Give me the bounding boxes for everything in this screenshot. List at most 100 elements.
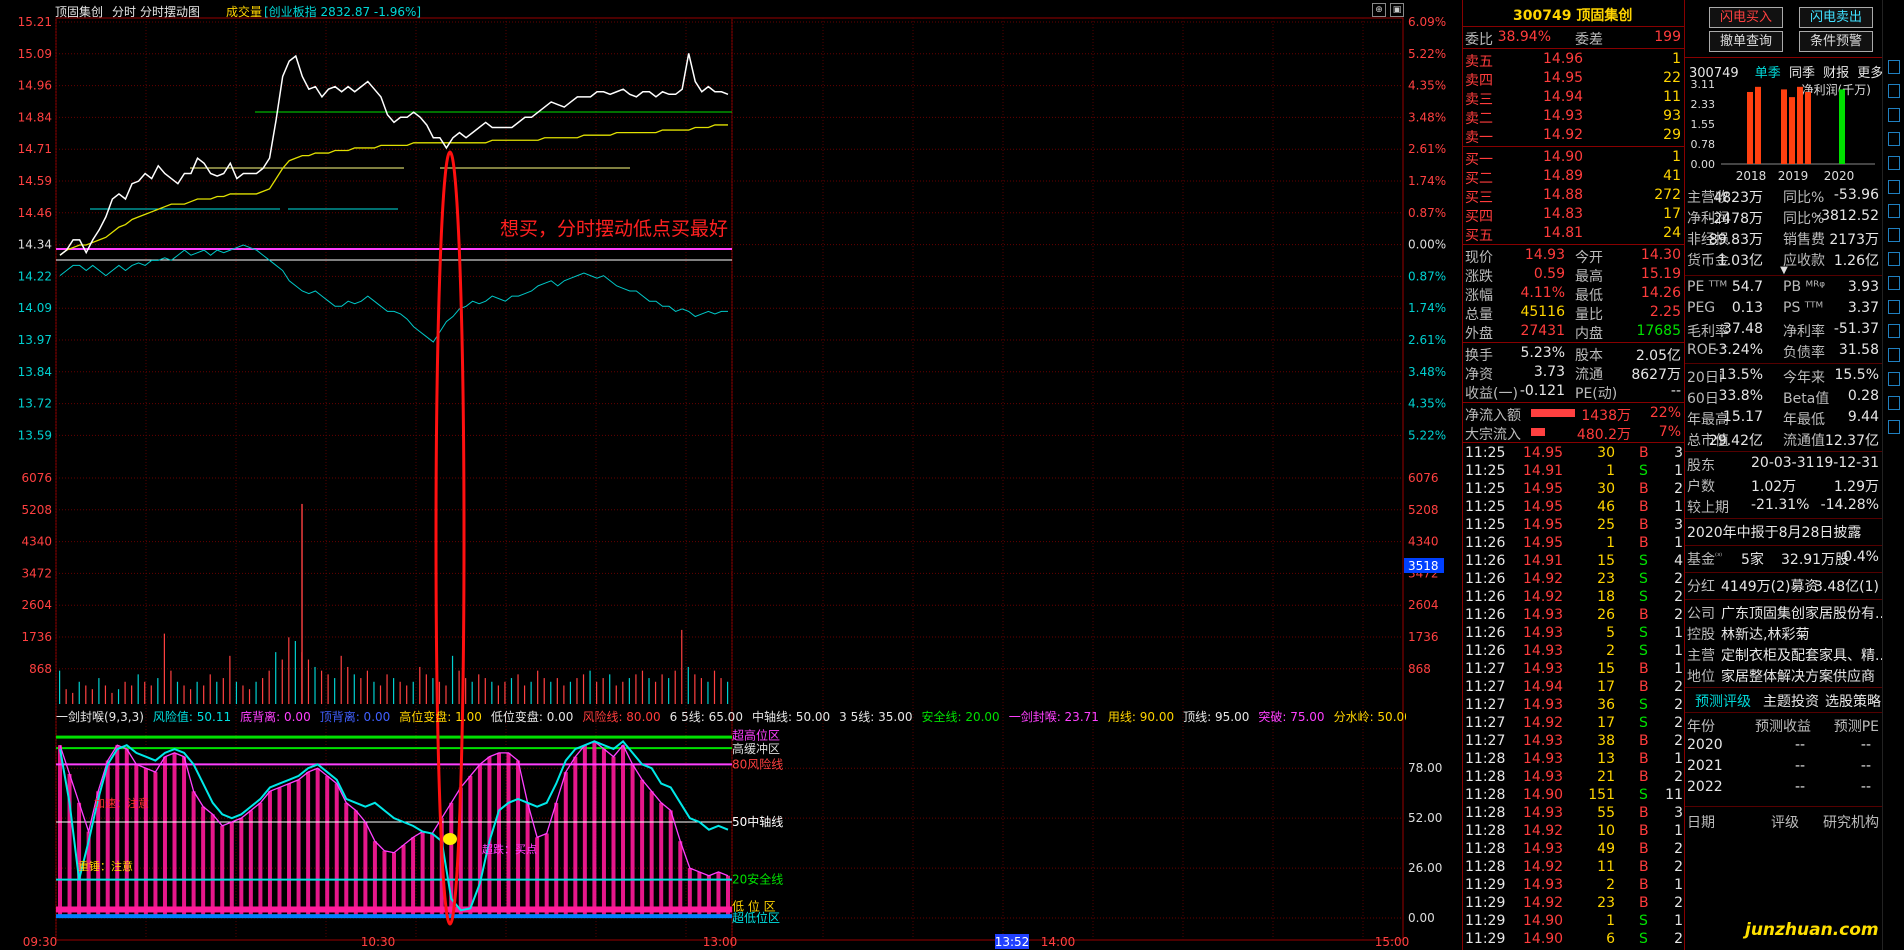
chart-area[interactable]: 顶固集创 分时 分时摆动图 成交量 [创业板指 2832.87 -1.96%] … <box>0 0 1462 950</box>
stat-row: 总量 45116 量比 2.25 <box>1465 304 1681 323</box>
legend-item: 分水岭: 50.00 <box>1333 710 1406 724</box>
price-tick: 13.59 <box>18 428 52 442</box>
pulse-bar <box>296 779 301 918</box>
pulse-bar <box>115 745 120 918</box>
tick-row: 11:28 14.93 55 B 3 <box>1465 805 1683 821</box>
bid-row[interactable]: 买五 14.81 24 <box>1463 224 1685 244</box>
volume-bar <box>176 681 179 704</box>
pulse-bar <box>162 756 167 918</box>
volume-bar <box>65 689 67 704</box>
tab-same-quarter[interactable]: 同季 <box>1789 66 1815 81</box>
tick-row: 11:26 14.91 15 S 4 <box>1465 553 1683 569</box>
time-tick: 10:30 <box>361 935 396 949</box>
volume-bar <box>438 681 441 704</box>
pulse-bar <box>210 814 215 918</box>
toolbar-icon[interactable] <box>1888 228 1900 242</box>
bid-row[interactable]: 买三 14.88 272 <box>1463 186 1685 206</box>
toolbar-icon[interactable] <box>1888 132 1900 146</box>
toolbar-icon[interactable] <box>1888 348 1900 362</box>
volume-bar <box>530 681 532 704</box>
risk-note: 加速：注意 <box>94 796 149 810</box>
volume-bar <box>661 674 663 704</box>
volume-bar <box>294 641 296 704</box>
tick-row: 11:27 14.94 17 B 2 <box>1465 679 1683 695</box>
tab-report[interactable]: 财报 <box>1823 66 1849 81</box>
volume-bar <box>248 689 251 704</box>
toolbar-icon[interactable] <box>1888 396 1900 410</box>
ask-row[interactable]: 卖五 14.96 1 <box>1463 50 1685 70</box>
toolbar-icon[interactable] <box>1888 156 1900 170</box>
tab-single-quarter[interactable]: 单季 <box>1755 66 1781 81</box>
buy-signal-marker <box>443 833 457 845</box>
volume-tick-right: 1736 <box>1408 630 1439 644</box>
price-tick: 14.71 <box>18 142 52 156</box>
volume-bar <box>687 666 689 704</box>
condition-alert-button[interactable]: 条件预警 <box>1799 31 1873 52</box>
stat-row: 外盘 27431 内盘 17685 <box>1465 323 1681 342</box>
expand-arrow-icon[interactable]: ▼ <box>1685 265 1883 276</box>
flash-sell-button[interactable]: 闪电卖出 <box>1799 7 1873 28</box>
pulse-bar <box>592 741 597 918</box>
toolbar-icon[interactable] <box>1888 276 1900 290</box>
volume-bar <box>707 681 709 704</box>
pct-tick: 2.61% <box>1408 142 1446 156</box>
volume-bar <box>406 685 408 704</box>
legend-item: 底背离: 0.00 <box>240 710 311 724</box>
pct-tick: 5.22% <box>1408 47 1446 61</box>
bid-row[interactable]: 买二 14.89 41 <box>1463 167 1685 187</box>
time-tick: 09:30 <box>23 935 58 949</box>
volume-bar <box>373 681 375 704</box>
volume-bar <box>98 678 100 704</box>
toolbar-icon[interactable] <box>1888 60 1900 74</box>
toolbar-icon[interactable] <box>1888 180 1900 194</box>
volume-bar <box>471 681 473 704</box>
toolbar-icon[interactable] <box>1888 372 1900 386</box>
volume-tick: 6076 <box>21 471 52 485</box>
price-tick: 13.72 <box>18 397 52 411</box>
bid-row[interactable]: 买一 14.90 1 <box>1463 148 1685 168</box>
indicator-zone-label: 超低位区 <box>732 910 780 925</box>
pulse-bar <box>143 768 148 918</box>
toolbar-icon[interactable] <box>1888 84 1900 98</box>
tick-row: 11:26 14.95 1 B 1 <box>1465 535 1683 551</box>
toolbar-icon[interactable] <box>1888 108 1900 122</box>
pulse-bar <box>544 833 549 918</box>
indicator-tick: 78.00 <box>1408 761 1442 775</box>
pulse-bar <box>58 745 62 918</box>
ask-row[interactable]: 卖二 14.93 93 <box>1463 107 1685 127</box>
toolbar-icon[interactable] <box>1888 420 1900 434</box>
pulse-bar <box>621 745 626 918</box>
tab-forecast[interactable]: 预测评级 <box>1695 691 1751 711</box>
volume-bar <box>334 678 336 704</box>
toolbar-icon[interactable] <box>1888 300 1900 314</box>
high-band <box>56 747 732 750</box>
volume-bar <box>255 681 257 704</box>
volume-bar <box>163 633 165 704</box>
tick-row: 11:28 14.93 49 B 2 <box>1465 841 1683 857</box>
volume-bar <box>700 678 703 704</box>
pulse-bar <box>229 822 234 918</box>
ask-row[interactable]: 卖四 14.95 22 <box>1463 69 1685 89</box>
indicator-zone-label: 20安全线 <box>732 872 783 887</box>
cancel-query-button[interactable]: 撤单查询 <box>1709 31 1783 52</box>
top-band <box>56 735 732 739</box>
pulse-bar <box>220 825 225 918</box>
toolbar-icon[interactable] <box>1888 324 1900 338</box>
tick-row: 11:29 14.92 23 B 2 <box>1465 895 1683 911</box>
ask-row[interactable]: 卖三 14.94 11 <box>1463 88 1685 108</box>
toolbar-icon[interactable] <box>1888 204 1900 218</box>
toolbar-icon[interactable] <box>1888 252 1900 266</box>
tab-strategy[interactable]: 选股策略 <box>1825 691 1881 711</box>
volume-bar <box>497 685 499 704</box>
tab-theme[interactable]: 主题投资 <box>1763 691 1819 711</box>
tick-row: 11:25 14.95 25 B 3 <box>1465 517 1683 533</box>
bid-row[interactable]: 买四 14.83 17 <box>1463 205 1685 225</box>
volume-bar <box>131 685 133 704</box>
pulse-bar <box>477 764 482 918</box>
ask-row[interactable]: 卖一 14.92 29 <box>1463 126 1685 146</box>
pulse-bar <box>191 791 196 918</box>
flash-buy-button[interactable]: 闪电买入 <box>1709 7 1783 28</box>
pct-tick: 6.09% <box>1408 15 1446 29</box>
company-row: 公司 广东顶固集创家居股份有... <box>1687 606 1889 622</box>
company-row: 主营 定制衣柜及配套家具、精... <box>1687 648 1889 664</box>
